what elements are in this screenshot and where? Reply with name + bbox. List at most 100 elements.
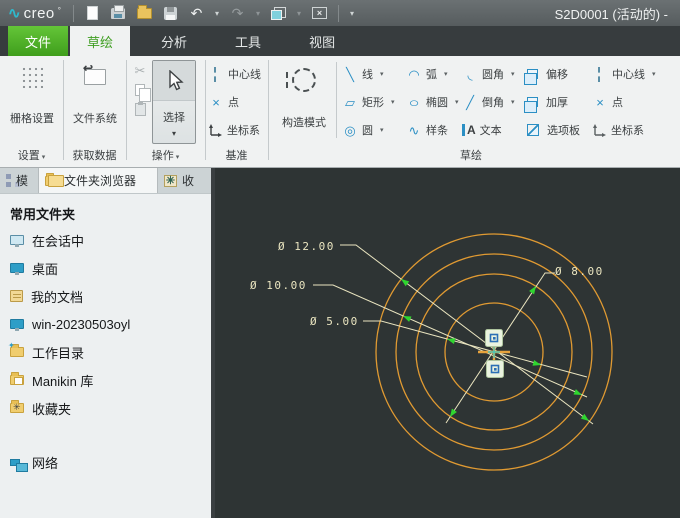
arrowhead bbox=[574, 389, 583, 395]
folder-item-working-directory[interactable]: 工作目录 bbox=[10, 338, 211, 366]
tab-file[interactable]: 文件 bbox=[8, 26, 68, 56]
folder-item-manikin-library[interactable]: Manikin 库 bbox=[10, 366, 211, 394]
tab-sketch[interactable]: 草绘 bbox=[70, 26, 130, 56]
group-separator bbox=[205, 60, 206, 160]
centerline-dropdown[interactable]: ▾ bbox=[652, 70, 656, 78]
dimension-label-d8[interactable]: Ø 8.00 bbox=[555, 265, 604, 278]
new-file-button[interactable] bbox=[82, 3, 103, 23]
chamfer-icon: ╱ bbox=[462, 96, 478, 109]
library-folder-icon bbox=[10, 375, 24, 385]
offset-icon bbox=[527, 69, 538, 79]
group-separator bbox=[63, 60, 64, 160]
tab-tools[interactable]: 工具 bbox=[218, 26, 278, 56]
paste-icon[interactable] bbox=[135, 103, 146, 116]
rectangle-dropdown[interactable]: ▾ bbox=[391, 98, 395, 106]
customize-toolbar-dropdown[interactable]: ▾ bbox=[347, 9, 357, 18]
operations-group-label[interactable]: 操作▾ bbox=[126, 147, 205, 163]
folder-browser-icon bbox=[45, 176, 59, 186]
sketch-centerline-button[interactable]: 中心线 ▾ bbox=[592, 64, 656, 84]
coincident-constraint-top[interactable] bbox=[486, 330, 503, 347]
windows-button[interactable] bbox=[268, 3, 289, 23]
import-file-icon bbox=[84, 69, 106, 85]
desktop-icon bbox=[10, 263, 24, 273]
creo-wave-icon: ∿ bbox=[8, 4, 21, 22]
redo-dropdown[interactable]: ▾ bbox=[253, 9, 263, 18]
line-dropdown[interactable]: ▾ bbox=[380, 70, 384, 78]
tab-folder-browser[interactable]: 文件夹浏览器 bbox=[38, 168, 158, 193]
line-icon: ╲ bbox=[342, 68, 358, 81]
open-button[interactable] bbox=[134, 3, 155, 23]
arrowhead bbox=[401, 279, 409, 286]
datum-point-button[interactable]: × 点 bbox=[208, 92, 239, 112]
tab-view[interactable]: 视图 bbox=[292, 26, 352, 56]
thicken-button[interactable]: 加厚 bbox=[527, 92, 568, 112]
point-icon: × bbox=[208, 96, 224, 109]
sketch-point-button[interactable]: × 点 bbox=[592, 92, 623, 112]
fillet-button[interactable]: ◟ 圆角 ▾ bbox=[462, 64, 515, 84]
datum-centerline-button[interactable]: 中心线 bbox=[208, 64, 261, 84]
ellipse-dropdown[interactable]: ▾ bbox=[455, 98, 459, 106]
select-button[interactable]: 选择 ▾ bbox=[152, 60, 196, 144]
folder-item-my-documents[interactable]: 我的文档 bbox=[10, 282, 211, 310]
arrowhead bbox=[450, 409, 457, 417]
settings-group-label[interactable]: 设置▾ bbox=[0, 147, 63, 163]
separator bbox=[338, 5, 339, 22]
redo-button[interactable]: ↷ bbox=[227, 3, 248, 23]
construction-mode-button[interactable]: 构造模式 bbox=[276, 64, 332, 130]
tab-favorites[interactable]: ✳ 收 bbox=[158, 168, 211, 193]
undo-icon: ↶ bbox=[191, 6, 203, 20]
close-window-button[interactable]: × bbox=[309, 3, 330, 23]
chamfer-button[interactable]: ╱ 倒角 ▾ bbox=[462, 92, 515, 112]
fillet-icon: ◟ bbox=[462, 68, 478, 81]
coordinate-system-icon bbox=[592, 123, 607, 138]
save-icon bbox=[164, 7, 177, 20]
dimension-label-d5[interactable]: Ø 5.00 bbox=[310, 315, 359, 328]
circle-button[interactable]: ◎ 圆 ▾ bbox=[342, 120, 384, 140]
text-button[interactable]: A 文本 bbox=[462, 120, 502, 140]
documents-icon bbox=[10, 290, 23, 302]
folder-item-desktop[interactable]: 桌面 bbox=[10, 254, 211, 282]
datum-csys-button[interactable]: 坐标系 bbox=[208, 120, 260, 140]
grid-settings-button[interactable]: 栅格设置 bbox=[4, 64, 60, 126]
print-button[interactable] bbox=[108, 3, 129, 23]
rectangle-button[interactable]: ▱ 矩形 ▾ bbox=[342, 92, 395, 112]
undo-dropdown[interactable]: ▾ bbox=[212, 9, 222, 18]
copy-icon[interactable] bbox=[135, 84, 145, 96]
tab-analysis[interactable]: 分析 bbox=[144, 26, 204, 56]
arc-button[interactable]: ◠ 弧 ▾ bbox=[406, 64, 448, 84]
folder-item-in-session[interactable]: 在会话中 bbox=[10, 226, 211, 254]
windows-dropdown[interactable]: ▾ bbox=[294, 9, 304, 18]
save-button[interactable] bbox=[160, 3, 181, 23]
title-bar: ∿ creo ° ↶ ▾ ↷ ▾ ▾ × ▾ S2D0001 (活动的) - bbox=[0, 0, 680, 26]
select-dropdown[interactable]: ▾ bbox=[172, 129, 176, 138]
line-button[interactable]: ╲ 线 ▾ bbox=[342, 64, 384, 84]
fillet-dropdown[interactable]: ▾ bbox=[511, 70, 515, 78]
sketch-csys-button[interactable]: 坐标系 bbox=[592, 120, 644, 140]
chamfer-dropdown[interactable]: ▾ bbox=[511, 98, 515, 106]
file-system-button[interactable]: 文件系统 bbox=[67, 64, 123, 126]
circle-dropdown[interactable]: ▾ bbox=[380, 126, 384, 134]
tab-model-tree[interactable]: 模 bbox=[0, 168, 38, 193]
centerline-icon bbox=[214, 67, 216, 82]
coincident-constraint-bottom[interactable] bbox=[487, 361, 504, 378]
dimension-label-d12[interactable]: Ø 12.00 bbox=[278, 240, 335, 253]
windows-icon bbox=[271, 7, 286, 20]
arc-dropdown[interactable]: ▾ bbox=[444, 70, 448, 78]
creo-window: ∿ creo ° ↶ ▾ ↷ ▾ ▾ × ▾ S2D0001 (活动的) - 文… bbox=[0, 0, 680, 518]
folder-item-computer[interactable]: win-20230503oyl bbox=[10, 310, 211, 338]
spline-button[interactable]: ∿ 样条 bbox=[406, 120, 448, 140]
palette-button[interactable]: 选项板 bbox=[527, 120, 580, 140]
folder-item-favorites[interactable]: 收藏夹 bbox=[10, 394, 211, 422]
print-icon bbox=[111, 8, 125, 19]
dimension-label-d10[interactable]: Ø 10.00 bbox=[250, 279, 307, 292]
folder-item-network[interactable]: 网络 bbox=[10, 448, 211, 476]
undo-button[interactable]: ↶ bbox=[186, 3, 207, 23]
navigator-tabs: 模 文件夹浏览器 ✳ 收 bbox=[0, 168, 211, 194]
point-icon: × bbox=[592, 96, 608, 109]
offset-button[interactable]: 偏移 bbox=[527, 64, 568, 84]
sketch-canvas[interactable]: Ø 12.00 Ø 10.00 Ø 5.00 Ø 8.00 bbox=[215, 168, 680, 518]
model-tree-icon bbox=[6, 174, 11, 179]
grid-icon bbox=[21, 66, 43, 88]
ellipse-button[interactable]: ○ 椭圆 ▾ bbox=[406, 92, 459, 112]
cut-icon[interactable]: ✂ bbox=[135, 64, 146, 77]
